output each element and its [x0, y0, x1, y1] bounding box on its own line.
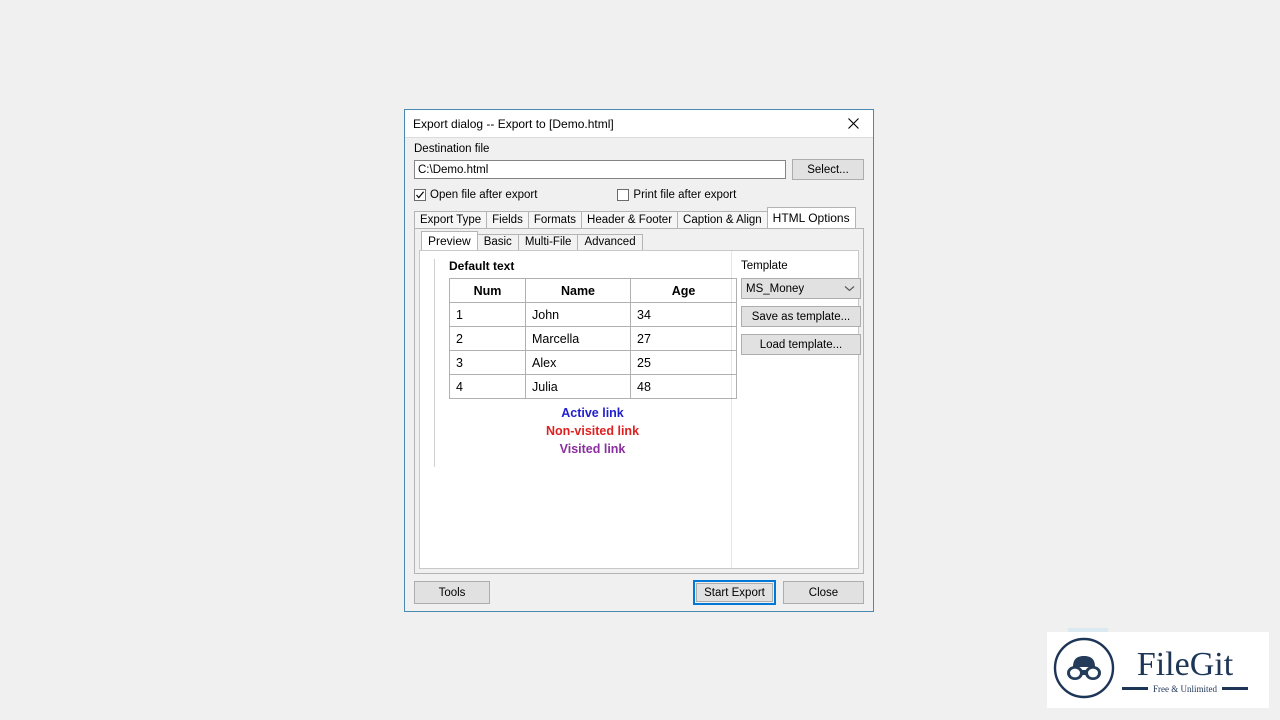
close-icon[interactable] [834, 110, 873, 136]
watermark-brand-name: FileGit [1136, 645, 1234, 683]
export-dialog-window: Export dialog -- Export to [Demo.html] D… [404, 109, 874, 612]
checkbox-empty-icon [617, 189, 630, 201]
cell-name: Alex [525, 350, 631, 375]
print-after-export-checkbox[interactable]: Print file after export [617, 189, 736, 202]
template-selected-value: MS_Money [746, 282, 805, 295]
cell-name: Julia [525, 374, 631, 399]
tab-formats[interactable]: Formats [527, 211, 583, 228]
watermark-rule-left [1122, 687, 1148, 690]
subtab-advanced[interactable]: Advanced [577, 234, 643, 250]
tab-fields[interactable]: Fields [486, 211, 529, 228]
cell-name: John [525, 302, 631, 327]
tools-button[interactable]: Tools [414, 581, 490, 604]
cell-num: 3 [449, 350, 526, 375]
subtab-basic[interactable]: Basic [476, 234, 519, 250]
cell-name: Marcella [525, 326, 631, 351]
preview-subpanel: Default text Num Name Age 1 John 34 2 Ma… [419, 250, 861, 569]
start-export-focus-ring: Start Export [693, 580, 776, 605]
preview-table: Num Name Age 1 John 34 2 Marcella 27 3 A… [449, 278, 737, 399]
checkmark-icon [414, 189, 426, 201]
non-visited-link-sample: Non-visited link [545, 424, 640, 438]
filegit-watermark: FileGit Free & Unlimited [1047, 632, 1269, 708]
cell-num: 4 [449, 374, 526, 399]
screen-root: Export dialog -- Export to [Demo.html] D… [0, 0, 1280, 720]
start-export-button[interactable]: Start Export [696, 583, 773, 602]
close-button[interactable]: Close [783, 581, 864, 604]
watermark-text: FileGit Free & Unlimited [1122, 645, 1248, 694]
template-area: Template MS_Money Save as template... Lo… [732, 251, 861, 568]
tab-html-options[interactable]: HTML Options [766, 207, 856, 228]
cell-age: 48 [630, 374, 737, 399]
open-after-export-checkbox[interactable]: Open file after export [414, 189, 537, 202]
active-link-sample: Active link [561, 406, 624, 420]
save-as-template-button[interactable]: Save as template... [741, 306, 861, 327]
destination-label: Destination file [414, 143, 490, 155]
cell-age: 25 [630, 350, 737, 375]
preview-heading: Default text [449, 259, 515, 273]
dialog-titlebar: Export dialog -- Export to [Demo.html] [405, 110, 873, 138]
footer-action-buttons: Start Export Close [693, 580, 864, 605]
cell-num: 2 [449, 326, 526, 351]
table-row: 3 Alex 25 [449, 350, 737, 375]
column-header-name: Name [525, 278, 631, 303]
preview-link-samples: Active link Non-visited link Visited lin… [449, 399, 736, 458]
print-after-export-label: Print file after export [633, 188, 737, 201]
table-header-row: Num Name Age [449, 278, 737, 303]
dialog-title: Export dialog -- Export to [Demo.html] [413, 116, 614, 131]
chevron-down-icon [844, 285, 855, 292]
html-options-panel: Preview Basic Multi-File Advanced Defaul… [414, 228, 864, 574]
subtab-preview[interactable]: Preview [421, 231, 478, 250]
watermark-tagline: Free & Unlimited [1153, 683, 1217, 694]
column-header-age: Age [630, 278, 737, 303]
main-tabstrip: Export Type Fields Formats Header & Foot… [405, 207, 873, 228]
watermark-tagline-row: Free & Unlimited [1122, 684, 1248, 694]
table-row: 2 Marcella 27 [449, 326, 737, 351]
table-row: 1 John 34 [449, 302, 737, 327]
preview-content: Default text Num Name Age 1 John 34 2 Ma… [434, 259, 737, 467]
binoculars-icon [1053, 637, 1115, 704]
tab-caption-align[interactable]: Caption & Align [677, 211, 768, 228]
subtab-multi-file[interactable]: Multi-File [517, 234, 579, 250]
template-label: Template [741, 260, 788, 272]
destination-row: C:\Demo.html Select... [414, 159, 864, 180]
dialog-footer: Tools Start Export Close [405, 574, 873, 611]
html-options-subtabstrip: Preview Basic Multi-File Advanced [415, 231, 863, 250]
preview-area: Default text Num Name Age 1 John 34 2 Ma… [420, 251, 737, 568]
tab-export-type[interactable]: Export Type [414, 211, 488, 228]
cell-age: 27 [630, 326, 737, 351]
export-options-row: Open file after export Print file after … [414, 187, 864, 203]
destination-input[interactable]: C:\Demo.html [414, 160, 786, 179]
open-after-export-label: Open file after export [430, 188, 538, 201]
tab-header-footer[interactable]: Header & Footer [581, 211, 679, 228]
destination-section: Destination file C:\Demo.html Select... … [405, 138, 873, 203]
visited-link-sample: Visited link [559, 442, 626, 456]
table-row: 4 Julia 48 [449, 374, 737, 399]
watermark-rule-right [1222, 687, 1248, 690]
load-template-button[interactable]: Load template... [741, 334, 861, 355]
cell-age: 34 [630, 302, 737, 327]
select-button[interactable]: Select... [792, 159, 864, 180]
template-select[interactable]: MS_Money [741, 278, 861, 299]
cell-num: 1 [449, 302, 526, 327]
column-header-num: Num [449, 278, 526, 303]
